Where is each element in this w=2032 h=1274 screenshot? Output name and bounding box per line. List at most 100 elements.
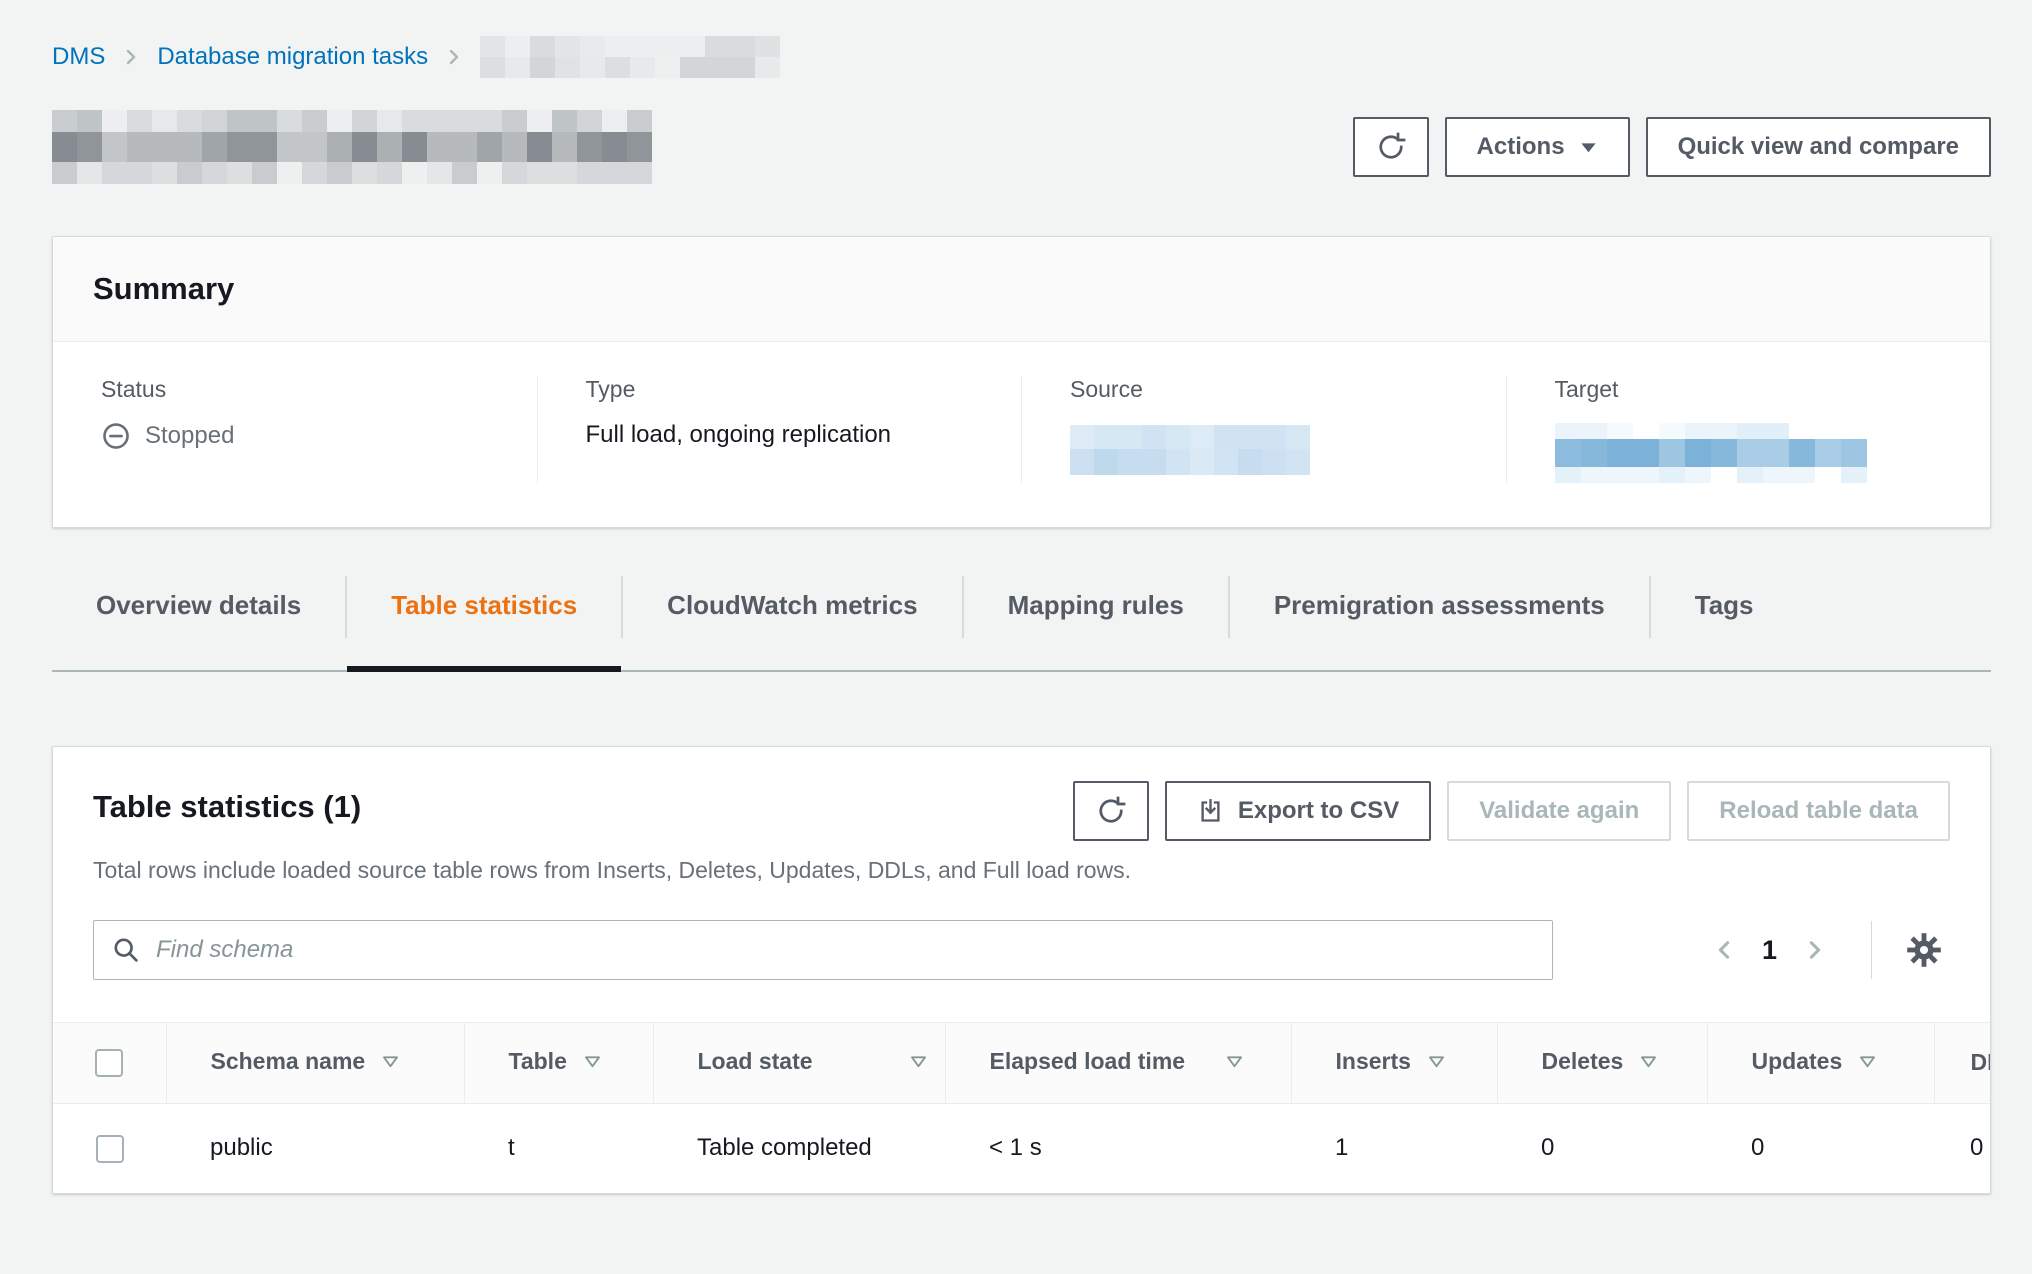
table-statistics-table: Schema name Table Load state Elapsed loa… [53, 1023, 1990, 1193]
breadcrumb-database-migration-tasks[interactable]: Database migration tasks [157, 43, 428, 71]
column-header-ddls[interactable]: DDLs [1934, 1023, 1990, 1103]
column-header-updates[interactable]: Updates [1707, 1023, 1934, 1103]
caret-down-icon [1579, 138, 1598, 157]
dms-task-page: DMS Database migration tasks [0, 0, 2032, 1274]
target-label: Target [1555, 376, 1943, 403]
tab-mapping-rules[interactable]: Mapping rules [964, 574, 1228, 670]
sort-icon[interactable] [381, 1050, 400, 1077]
column-header-elapsed-load-time[interactable]: Elapsed load time [945, 1023, 1291, 1103]
column-label: Load state [698, 1048, 813, 1074]
refresh-icon [1376, 132, 1406, 162]
cell-schema-name: public [166, 1103, 464, 1193]
tab-tags[interactable]: Tags [1651, 574, 1798, 670]
validate-button-label: Validate again [1479, 797, 1639, 825]
table-statistics-description: Total rows include loaded source table r… [53, 841, 1990, 884]
column-label: Schema name [211, 1048, 366, 1074]
tab-cloudwatch-metrics[interactable]: CloudWatch metrics [623, 574, 961, 670]
refresh-icon [1096, 796, 1126, 826]
column-label: Elapsed load time [990, 1048, 1186, 1074]
cell-ddls: 0 [1934, 1103, 1990, 1193]
breadcrumb-chevron-icon [444, 47, 464, 67]
status-value: Stopped [101, 421, 489, 451]
cell-table: t [464, 1103, 653, 1193]
breadcrumb-dms[interactable]: DMS [52, 43, 105, 71]
previous-page-button[interactable] [1702, 928, 1746, 972]
task-detail-tabs: Overview details Table statistics CloudW… [52, 574, 1991, 672]
cell-elapsed-load-time: < 1 s [945, 1103, 1291, 1193]
quick-view-button-label: Quick view and compare [1678, 133, 1959, 161]
column-label: Deletes [1542, 1048, 1624, 1074]
cell-inserts: 1 [1291, 1103, 1497, 1193]
breadcrumb: DMS Database migration tasks [52, 36, 1991, 78]
breadcrumb-chevron-icon [121, 47, 141, 67]
select-all-checkbox[interactable] [95, 1049, 123, 1077]
table-header-row: Schema name Table Load state Elapsed loa… [53, 1023, 1990, 1103]
export-button-label: Export to CSV [1238, 797, 1399, 825]
table-row: public t Table completed < 1 s 1 0 0 0 [53, 1103, 1990, 1193]
cell-updates: 0 [1707, 1103, 1934, 1193]
type-label: Type [586, 376, 974, 403]
current-page-number: 1 [1746, 935, 1793, 966]
pagination: 1 [1702, 921, 1950, 979]
summary-title: Summary [53, 237, 1990, 342]
sort-icon[interactable] [1427, 1050, 1446, 1077]
sort-icon[interactable] [583, 1050, 602, 1077]
table-statistics-toolbar: Export to CSV Validate again Reload tabl… [1073, 781, 1950, 841]
column-label: Updates [1752, 1048, 1843, 1074]
column-header-deletes[interactable]: Deletes [1497, 1023, 1707, 1103]
column-label: Table [509, 1048, 567, 1074]
summary-field-type: Type Full load, ongoing replication [537, 376, 1022, 483]
sort-icon[interactable] [1858, 1050, 1877, 1077]
page-toolbar: Actions Quick view and compare [1353, 117, 1991, 177]
column-label: DDLs [1971, 1049, 1991, 1075]
reload-button-label: Reload table data [1719, 797, 1918, 825]
actions-button-label: Actions [1477, 133, 1565, 161]
source-label: Source [1070, 376, 1458, 403]
cell-load-state: Table completed [653, 1103, 945, 1193]
summary-field-status: Status Stopped [53, 376, 537, 483]
type-value: Full load, ongoing replication [586, 421, 974, 449]
validate-again-button[interactable]: Validate again [1447, 781, 1671, 841]
sort-icon[interactable] [909, 1050, 928, 1077]
column-label: Inserts [1336, 1048, 1411, 1074]
next-page-button[interactable] [1793, 928, 1837, 972]
tab-table-statistics[interactable]: Table statistics [347, 574, 621, 670]
summary-field-source: Source [1021, 376, 1506, 483]
column-header-inserts[interactable]: Inserts [1291, 1023, 1497, 1103]
target-link-redacted[interactable] [1555, 423, 1867, 483]
controls-divider [1871, 921, 1872, 979]
export-to-csv-button[interactable]: Export to CSV [1165, 781, 1431, 841]
table-preferences-button[interactable] [1898, 924, 1950, 976]
column-header-table[interactable]: Table [464, 1023, 653, 1103]
column-header-schema-name[interactable]: Schema name [166, 1023, 464, 1103]
gear-icon [1906, 932, 1942, 968]
summary-card: Summary Status Stopped Type Full load, o… [52, 236, 1991, 528]
row-checkbox[interactable] [96, 1135, 124, 1163]
find-schema-input[interactable] [93, 920, 1553, 980]
cell-deletes: 0 [1497, 1103, 1707, 1193]
download-icon [1197, 798, 1224, 825]
schema-search [93, 920, 1553, 980]
quick-view-and-compare-button[interactable]: Quick view and compare [1646, 117, 1991, 177]
table-refresh-button[interactable] [1073, 781, 1149, 841]
sort-icon[interactable] [1639, 1050, 1658, 1077]
page-title-redacted [52, 110, 652, 184]
reload-table-data-button[interactable]: Reload table data [1687, 781, 1950, 841]
status-text: Stopped [145, 422, 234, 450]
sort-icon[interactable] [1225, 1050, 1244, 1077]
table-statistics-title: Table statistics (1) [93, 781, 361, 825]
actions-button[interactable]: Actions [1445, 117, 1630, 177]
breadcrumb-current-redacted [480, 36, 780, 78]
search-icon [111, 935, 140, 964]
tab-overview-details[interactable]: Overview details [52, 574, 345, 670]
column-header-load-state[interactable]: Load state [653, 1023, 945, 1103]
status-label: Status [101, 376, 489, 403]
summary-body: Status Stopped Type Full load, ongoing r… [53, 342, 1990, 527]
tab-premigration-assessments[interactable]: Premigration assessments [1230, 574, 1649, 670]
table-statistics-table-wrap: Schema name Table Load state Elapsed loa… [53, 1022, 1990, 1193]
refresh-button[interactable] [1353, 117, 1429, 177]
source-link-redacted[interactable] [1070, 425, 1310, 475]
summary-field-target: Target [1506, 376, 1991, 483]
stopped-status-icon [101, 421, 131, 451]
table-statistics-card: Table statistics (1) [52, 746, 1991, 1194]
